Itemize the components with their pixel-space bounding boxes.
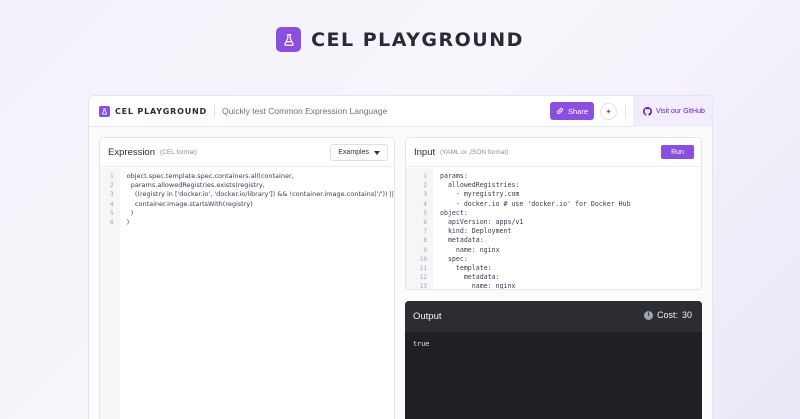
output-header: Output i Cost: 30 — [405, 301, 702, 332]
expression-editor[interactable]: 1 2 3 4 5 6 object.spec.template.spec.co… — [100, 168, 394, 419]
divider — [625, 105, 626, 118]
caret-down-icon — [374, 150, 380, 155]
divider — [213, 105, 215, 117]
input-header: Input (YAML or JSON format) Run — [406, 138, 701, 167]
cost-indicator: i Cost: 30 — [643, 310, 692, 320]
app-subtitle: Quickly test Common Expression Language — [221, 106, 388, 116]
app-window: CEL PLAYGROUND Quickly test Common Expre… — [88, 95, 713, 419]
examples-label: Examples — [338, 149, 369, 156]
output-title: Output — [413, 311, 442, 322]
sun-icon: ☀ — [605, 108, 612, 116]
share-button[interactable]: Share — [550, 102, 594, 120]
input-panel: Input (YAML or JSON format) Run 1 2 3 4 … — [405, 137, 702, 290]
hero-header: CEL PLAYGROUND — [0, 27, 800, 52]
theme-toggle-button[interactable]: ☀ — [600, 103, 617, 120]
line-numbers: 1 2 3 4 5 6 — [100, 168, 120, 419]
github-label: Visit our GitHub — [656, 108, 705, 115]
info-icon[interactable]: i — [643, 310, 653, 320]
cost-label: Cost: — [656, 310, 678, 320]
flask-icon — [99, 105, 110, 117]
share-label: Share — [567, 106, 588, 116]
output-result: true — [413, 340, 430, 348]
expression-code[interactable]: object.spec.template.spec.containers.all… — [120, 168, 394, 419]
cost-value: 30 — [681, 310, 692, 320]
github-link[interactable]: Visit our GitHub — [633, 96, 712, 127]
github-icon — [643, 107, 652, 116]
expression-panel: Expression (CEL format) Examples 1 2 3 4… — [99, 137, 395, 419]
brand-name: CEL PLAYGROUND — [115, 106, 207, 116]
line-numbers: 1 2 3 4 5 6 7 8 9 10 11 12 13 — [406, 168, 433, 289]
flask-icon — [276, 27, 302, 52]
run-button[interactable]: Run — [661, 145, 694, 159]
input-editor[interactable]: 1 2 3 4 5 6 7 8 9 10 11 12 13 params: al… — [406, 168, 701, 289]
expression-header: Expression (CEL format) Examples — [100, 138, 394, 167]
input-code[interactable]: params: allowedRegistries: - myregistry.… — [433, 168, 701, 289]
top-bar: CEL PLAYGROUND Quickly test Common Expre… — [89, 96, 712, 127]
input-title: Input — [414, 146, 436, 158]
link-icon — [556, 107, 564, 115]
expression-title: Expression — [108, 146, 155, 158]
expression-format: (CEL format) — [160, 148, 197, 156]
examples-dropdown[interactable]: Examples — [330, 144, 388, 161]
brand[interactable]: CEL PLAYGROUND — [99, 105, 207, 117]
input-format: (YAML or JSON format) — [440, 148, 509, 156]
output-panel: Output i Cost: 30 true — [405, 301, 702, 419]
hero-title: CEL PLAYGROUND — [311, 28, 524, 51]
